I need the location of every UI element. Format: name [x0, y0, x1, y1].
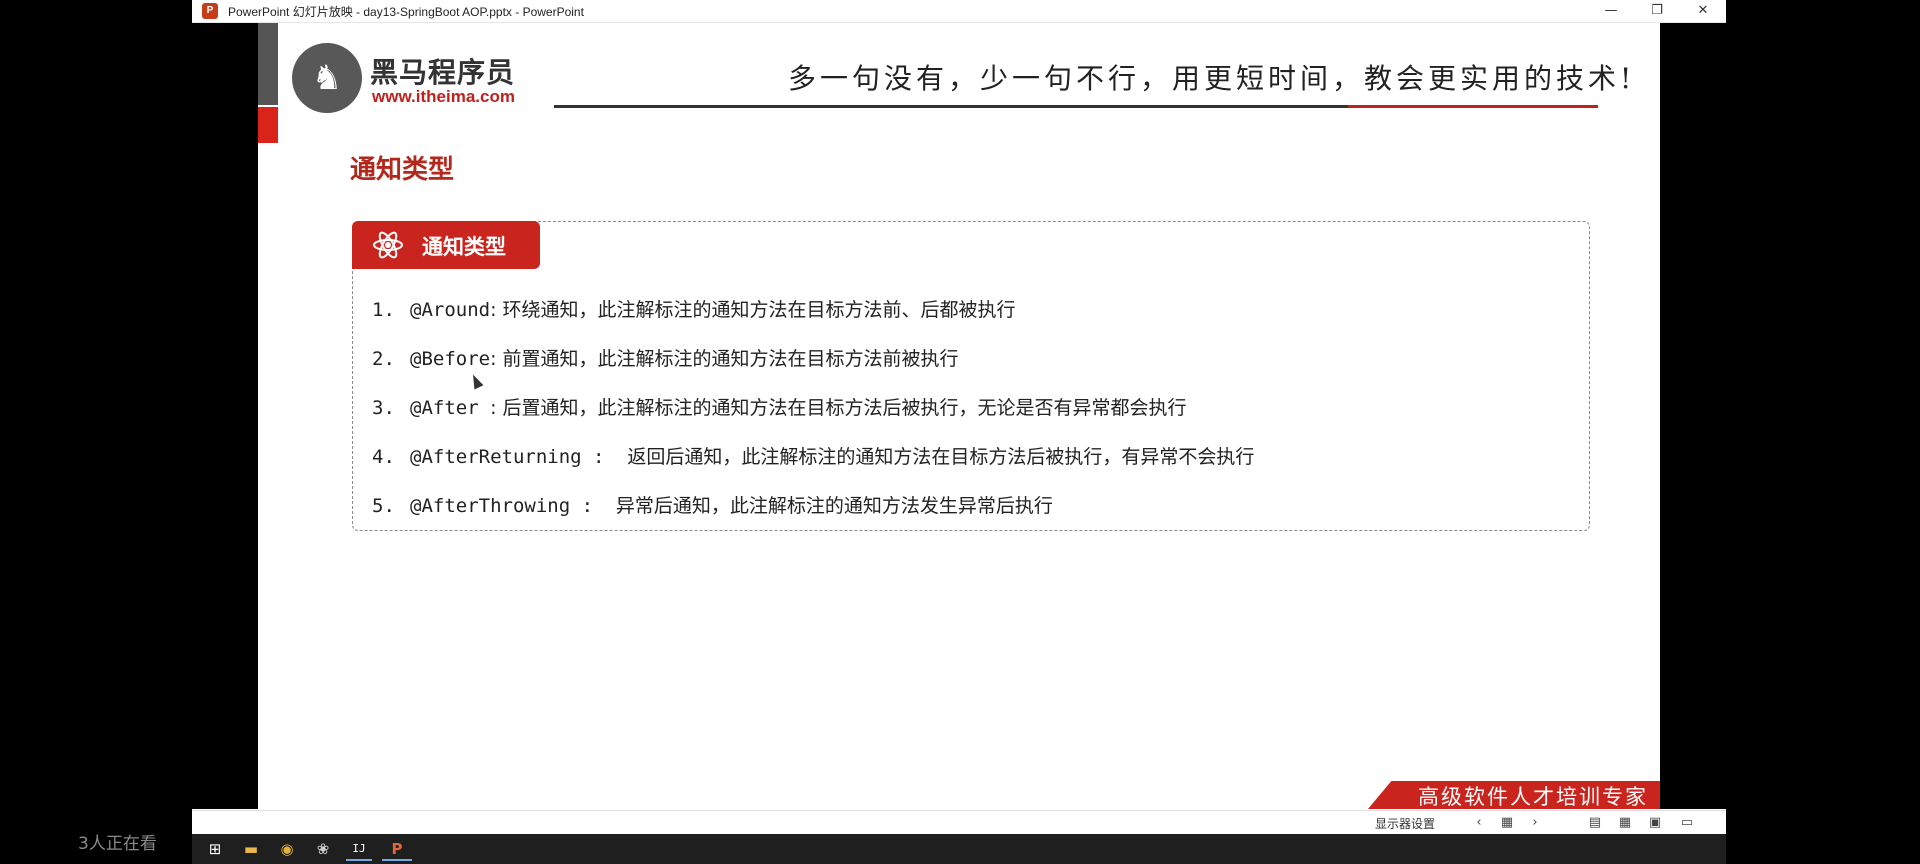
normal-view-button[interactable]: ▤ [1586, 814, 1604, 832]
slogan: 多一句没有，少一句不行，用更短时间，教会更实用的技术! [788, 62, 1636, 95]
itheima-logo-icon: ♞ [292, 43, 362, 113]
list-item-annotation: @AfterThrowing : [410, 495, 616, 517]
close-button[interactable]: ✕ [1680, 0, 1726, 22]
list-item: 4. @AfterReturning : 返回后通知，此注解标注的通知方法在目标方… [372, 442, 1254, 469]
powerpoint-app-icon: P [202, 3, 218, 19]
list-item-number: 4. [372, 446, 395, 468]
list-item-description: 返回后通知，此注解标注的通知方法在目标方法后被执行，有异常不会执行 [627, 446, 1255, 468]
reading-view-button[interactable]: ▣ [1646, 814, 1664, 832]
list-item-number: 1. [372, 299, 395, 321]
restore-button[interactable]: ❐ [1634, 0, 1680, 22]
viewer-count: 3人正在看 [78, 834, 157, 854]
list-item: 2. @Before: 前置通知，此注解标注的通知方法在目标方法前被执行 [372, 344, 959, 371]
powerpoint-taskbar-icon[interactable]: P [382, 837, 412, 861]
list-item-number: 3. [372, 397, 395, 419]
app-icon[interactable]: ❀ [310, 837, 336, 861]
intellij-icon[interactable]: IJ [346, 837, 372, 861]
window-title: PowerPoint 幻灯片放映 - day13-SpringBoot AOP.… [228, 5, 584, 19]
title-bar: P PowerPoint 幻灯片放映 - day13-SpringBoot AO… [192, 0, 1726, 23]
slideshow-status-bar: 显示器设置 ‹ ▦ › ▤ ▦ ▣ ▭ [192, 810, 1726, 835]
logo-brand-name: 黑马程序员 [370, 56, 516, 89]
see-all-slides-button[interactable]: ▦ [1498, 814, 1516, 832]
slideshow-area[interactable]: ♞ 黑马程序员 www.itheima.com 多一句没有，少一句不行，用更短时… [192, 23, 1726, 809]
list-item: 1. @Around: 环绕通知，此注解标注的通知方法在目标方法前、后都被执行 [372, 295, 1016, 322]
file-explorer-icon[interactable]: ▬ [238, 837, 264, 861]
slogan-underline-accent [1348, 105, 1598, 108]
list-item-annotation: @AfterReturning : [410, 446, 628, 468]
minimize-button[interactable]: — [1588, 0, 1634, 22]
list-item-description: : 环绕通知，此注解标注的通知方法在目标方法前、后都被执行 [490, 299, 1016, 321]
list-item-description: : 后置通知，此注解标注的通知方法在目标方法后被执行，无论是否有异常都会执行 [490, 397, 1187, 419]
powerpoint-window: P PowerPoint 幻灯片放映 - day13-SpringBoot AO… [192, 0, 1726, 835]
content-box-tab: 通知类型 [352, 221, 540, 269]
list-item-description: 异常后通知，此注解标注的通知方法发生异常后执行 [615, 495, 1053, 517]
next-slide-button[interactable]: › [1526, 814, 1544, 832]
list-item-description: : 前置通知，此注解标注的通知方法在目标方法前被执行 [490, 348, 959, 370]
logo-url: www.itheima.com [372, 87, 515, 106]
windows-taskbar: ⊞ ▬ ◉ ❀ IJ P [192, 834, 1726, 864]
previous-slide-button[interactable]: ‹ [1470, 814, 1488, 832]
atom-icon [373, 231, 403, 259]
list-item-annotation: @Before [410, 348, 491, 370]
chrome-icon[interactable]: ◉ [274, 837, 300, 861]
slide-deco-red-bar [258, 107, 278, 143]
slideshow-view-button[interactable]: ▭ [1678, 814, 1696, 832]
list-item-annotation: @After [410, 397, 491, 419]
list-item: 3. @After : 后置通知，此注解标注的通知方法在目标方法后被执行，无论是否… [372, 393, 1187, 420]
slide-deco-gray-bar [258, 23, 278, 105]
slide-sorter-button[interactable]: ▦ [1616, 814, 1634, 832]
list-item-annotation: @Around [410, 299, 491, 321]
display-settings-button[interactable]: 显示器设置 [1375, 815, 1435, 832]
windows-start-icon[interactable]: ⊞ [202, 837, 228, 861]
slide[interactable]: ♞ 黑马程序员 www.itheima.com 多一句没有，少一句不行，用更短时… [258, 23, 1660, 809]
list-item-number: 2. [372, 348, 395, 370]
list-item: 5. @AfterThrowing : 异常后通知，此注解标注的通知方法发生异常后… [372, 491, 1053, 518]
slide-heading: 通知类型 [350, 155, 455, 185]
content-box-title: 通知类型 [422, 235, 506, 259]
list-item-number: 5. [372, 495, 395, 517]
footer-slogan: 高级软件人才培训专家 [1418, 785, 1648, 809]
